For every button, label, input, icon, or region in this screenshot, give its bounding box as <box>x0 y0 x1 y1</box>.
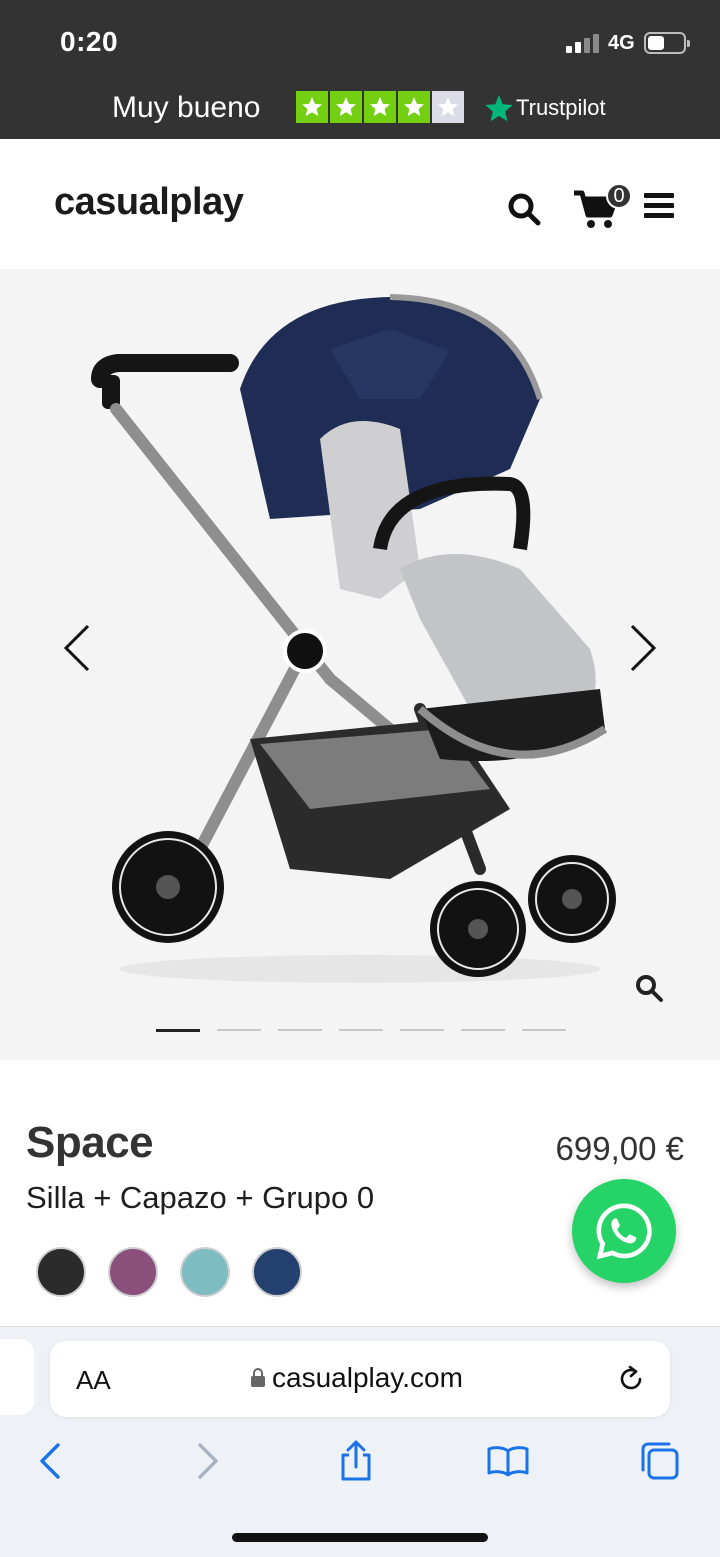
status-time: 0:20 <box>60 26 119 57</box>
star-filled-icon <box>330 91 362 123</box>
trustpilot-rating-text: Muy bueno <box>112 91 261 124</box>
star-filled-icon <box>296 91 328 123</box>
battery-icon <box>644 32 690 54</box>
url-text[interactable]: casualplay.com <box>272 1362 463 1394</box>
trustpilot-brand: Trustpilot <box>516 95 606 120</box>
whatsapp-icon <box>596 1203 652 1260</box>
gallery-dot[interactable] <box>217 1029 261 1031</box>
forward-icon[interactable] <box>184 1439 228 1483</box>
product-title: Space <box>26 1118 154 1167</box>
color-swatch[interactable] <box>108 1247 158 1297</box>
gallery-dot[interactable] <box>156 1029 200 1032</box>
lock-icon <box>251 1368 265 1387</box>
browser-toolbar: AA casualplay.com <box>0 1326 720 1557</box>
trustpilot-stars <box>296 91 464 123</box>
address-bar[interactable]: AA casualplay.com <box>50 1341 670 1417</box>
color-swatches <box>36 1247 302 1297</box>
gallery-dot[interactable] <box>278 1029 322 1031</box>
status-bar: 0:20 4G <box>0 0 720 83</box>
reader-options-button[interactable]: AA <box>76 1365 111 1396</box>
zoom-icon[interactable] <box>634 973 664 1003</box>
trustpilot-logo: Trustpilot <box>484 93 606 123</box>
color-swatch[interactable] <box>36 1247 86 1297</box>
stroller-photo <box>91 294 616 983</box>
chevron-left-icon[interactable] <box>60 623 96 673</box>
cart-count-badge: 0 <box>606 183 632 209</box>
trustpilot-star-icon <box>485 94 513 122</box>
share-icon[interactable] <box>334 1439 378 1483</box>
menu-icon[interactable] <box>644 193 674 219</box>
product-gallery[interactable] <box>0 269 720 1060</box>
search-icon[interactable] <box>506 191 542 227</box>
previous-tab-peek[interactable] <box>0 1339 34 1415</box>
tabs-icon[interactable] <box>638 1439 682 1483</box>
gallery-dot[interactable] <box>522 1029 566 1031</box>
gallery-dot[interactable] <box>461 1029 505 1031</box>
chevron-right-icon[interactable] <box>624 623 660 673</box>
gallery-dot[interactable] <box>339 1029 383 1031</box>
color-swatch[interactable] <box>180 1247 230 1297</box>
network-label: 4G <box>608 32 635 54</box>
star-filled-icon <box>364 91 396 123</box>
reload-icon[interactable] <box>616 1363 646 1395</box>
star-filled-icon <box>398 91 430 123</box>
bookmarks-icon[interactable] <box>486 1439 530 1483</box>
site-header: casualplay 0 <box>0 139 720 269</box>
product-price: 699,00 € <box>555 1130 684 1167</box>
home-indicator[interactable] <box>232 1533 488 1542</box>
color-swatch[interactable] <box>252 1247 302 1297</box>
product-subtitle: Silla + Capazo + Grupo 0 <box>26 1180 375 1215</box>
whatsapp-button[interactable] <box>572 1179 676 1283</box>
signal-icon <box>566 33 602 53</box>
gallery-pagination <box>156 1029 566 1032</box>
gallery-dot[interactable] <box>400 1029 444 1031</box>
back-icon[interactable] <box>30 1439 74 1483</box>
star-empty-icon <box>432 91 464 123</box>
trustpilot-banner[interactable]: Muy bueno Trustpilot <box>0 83 720 139</box>
site-logo[interactable]: casualplay <box>54 181 244 224</box>
